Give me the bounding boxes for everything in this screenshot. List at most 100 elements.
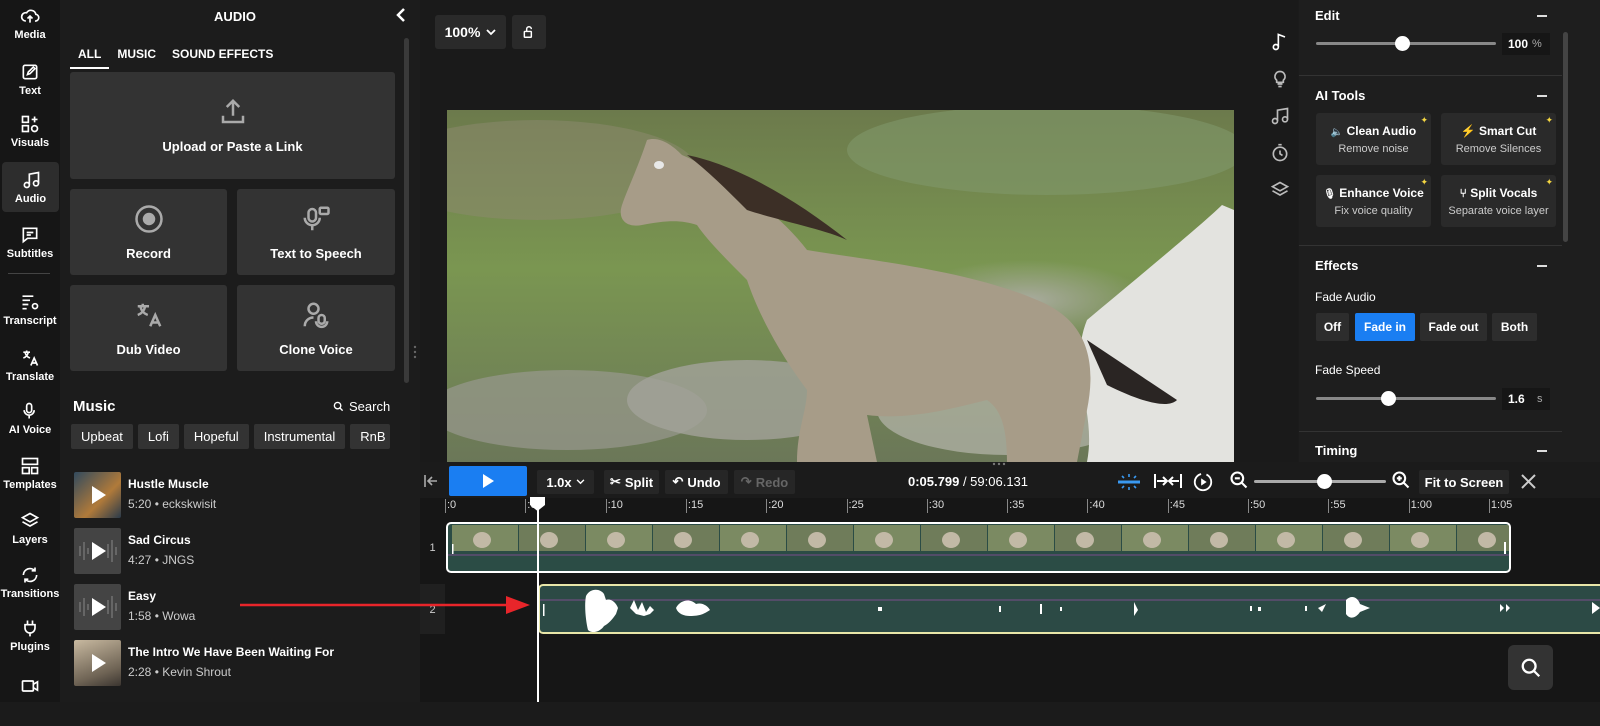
record-card[interactable]: Record <box>70 189 227 275</box>
playback-loop-icon[interactable] <box>1192 471 1214 493</box>
skip-to-start-icon[interactable] <box>423 474 439 488</box>
properties-scrollbar[interactable] <box>1563 32 1568 242</box>
lock-button[interactable] <box>512 15 546 49</box>
music-notes-icon[interactable] <box>1270 106 1290 126</box>
nav-transitions[interactable]: Transitions <box>0 565 60 615</box>
redo-button[interactable]: ↷ Redo <box>734 470 795 494</box>
list-item[interactable]: Sad Circus 4:27 • JNGS <box>74 528 414 576</box>
redo-icon: ↷ <box>740 474 752 489</box>
list-item[interactable]: Hustle Muscle 5:20 • eckskwisit <box>74 472 414 520</box>
ruler-tick-label: :15 <box>687 499 704 511</box>
nav-subtitles[interactable]: Subtitles <box>0 225 60 275</box>
ruler-tick-label: :0 <box>447 499 457 511</box>
search-fab-button[interactable] <box>1508 645 1553 690</box>
timeline-resize-handle[interactable] <box>992 462 1006 467</box>
timer-icon[interactable] <box>1270 143 1290 163</box>
lightbulb-icon[interactable] <box>1270 69 1290 89</box>
zoom-in-icon[interactable] <box>1391 470 1411 490</box>
chip-lofi[interactable]: Lofi <box>137 424 179 449</box>
fade-out-button[interactable]: Fade out <box>1420 313 1487 341</box>
nav-more[interactable] <box>0 676 60 726</box>
play-icon <box>92 486 106 504</box>
smart-cut-button[interactable]: ✦ ⚡ Smart Cut Remove Silences <box>1441 113 1556 165</box>
clone-voice-card[interactable]: Clone Voice <box>237 285 395 371</box>
split-vocals-button[interactable]: ✦ ⑂ Split Vocals Separate voice layer <box>1441 175 1556 227</box>
audio-waveform <box>540 589 1600 632</box>
nav-visuals[interactable]: Visuals <box>0 114 60 164</box>
nav-text[interactable]: Text <box>0 62 60 112</box>
audio-clip[interactable] <box>538 584 1600 634</box>
tab-sound-effects[interactable]: SOUND EFFECTS <box>164 47 281 69</box>
timeline-zoom-knob[interactable] <box>1317 474 1332 489</box>
tab-music[interactable]: MUSIC <box>109 47 164 69</box>
timeline-ruler[interactable]: :0:05:10:15:20:25:30:35:40:45:50:551:001… <box>445 497 1600 517</box>
collapse-edit-icon[interactable] <box>1537 15 1547 17</box>
playhead[interactable] <box>537 497 539 702</box>
music-note-icon <box>23 171 39 189</box>
panel-scrollbar[interactable] <box>404 38 409 383</box>
music-search-button[interactable]: Search <box>333 399 390 414</box>
tab-all[interactable]: ALL <box>70 47 110 69</box>
caption-icon <box>22 227 38 244</box>
video-clip[interactable] <box>446 522 1511 573</box>
volume-slider-knob[interactable] <box>1395 36 1411 51</box>
music-note-icon[interactable] <box>1270 32 1290 52</box>
enhance-voice-button[interactable]: ✦ 🎙 Enhance Voice Fix voice quality <box>1316 175 1431 227</box>
nav-ai-voice[interactable]: AI Voice <box>0 401 60 451</box>
list-item[interactable]: The Intro We Have Been Waiting For 2:28 … <box>74 640 414 688</box>
fade-in-button[interactable]: Fade in <box>1355 313 1415 341</box>
close-icon[interactable] <box>1520 473 1537 490</box>
text-to-speech-card[interactable]: Text to Speech <box>237 189 395 275</box>
play-button[interactable] <box>449 466 527 496</box>
fade-speed-slider-knob[interactable] <box>1381 391 1396 406</box>
nav-audio[interactable]: Audio <box>2 162 59 212</box>
timing-section-title: Timing <box>1315 443 1358 458</box>
zoom-out-icon[interactable] <box>1229 470 1249 490</box>
layers-icon[interactable] <box>1270 180 1290 200</box>
collapse-ai-tools-icon[interactable] <box>1537 95 1547 97</box>
ruler-tick-label: :35 <box>1009 499 1025 511</box>
chip-hopeful[interactable]: Hopeful <box>183 424 249 449</box>
fade-speed-slider[interactable] <box>1316 397 1496 400</box>
chip-upbeat[interactable]: Upbeat <box>71 424 133 449</box>
fit-to-screen-button[interactable]: Fit to Screen <box>1419 470 1509 494</box>
filmstrip-frame <box>1055 525 1121 551</box>
video-filmstrip <box>448 525 1509 556</box>
snap-magnet-icon[interactable] <box>1114 472 1144 492</box>
collapse-effects-icon[interactable] <box>1537 265 1547 267</box>
play-icon <box>483 474 494 488</box>
undo-button[interactable]: ↶ Undo <box>665 470 728 494</box>
nav-transcript[interactable]: Transcript <box>0 292 60 342</box>
playhead-handle[interactable] <box>530 497 545 511</box>
split-button[interactable]: ✂ Split <box>604 470 659 494</box>
fit-gap-icon[interactable] <box>1153 472 1183 490</box>
split-icon: ⑂ <box>1459 186 1467 200</box>
nav-layers[interactable]: Layers <box>0 511 60 561</box>
video-preview[interactable] <box>447 110 1234 462</box>
fade-both-button[interactable]: Both <box>1492 313 1537 341</box>
zoom-dropdown[interactable]: 100% <box>435 15 506 49</box>
clean-audio-button[interactable]: ✦ 🔈 Clean Audio Remove noise <box>1316 113 1431 165</box>
upload-card[interactable]: Upload or Paste a Link <box>70 72 395 179</box>
chip-instrumental[interactable]: Instrumental <box>253 424 346 449</box>
volume-input[interactable]: 100 <box>1502 33 1550 55</box>
dub-video-card[interactable]: Dub Video <box>70 285 227 371</box>
collapse-chevron-icon[interactable] <box>395 7 407 23</box>
nav-media[interactable]: Media <box>0 6 60 56</box>
filmstrip-frame <box>1122 525 1188 551</box>
nav-plugins[interactable]: Plugins <box>0 618 60 668</box>
filmstrip-frame <box>452 525 518 551</box>
playback-speed-dropdown[interactable]: 1.0x <box>537 470 594 494</box>
nav-translate[interactable]: Translate <box>0 348 60 398</box>
chip-rnb[interactable]: RnB <box>350 424 390 449</box>
audio-tabs: ALL MUSIC SOUND EFFECTS <box>70 47 281 69</box>
plug-icon <box>24 620 36 637</box>
section-divider <box>1299 431 1562 432</box>
nav-templates[interactable]: Templates <box>0 456 60 506</box>
fade-off-button[interactable]: Off <box>1316 313 1349 341</box>
play-icon <box>79 596 117 618</box>
bolt-icon: ⚡ <box>1460 124 1476 138</box>
panel-resize-handle[interactable] <box>412 345 418 359</box>
scissors-icon: ✂ <box>609 474 621 489</box>
collapse-timing-icon[interactable] <box>1537 450 1547 452</box>
